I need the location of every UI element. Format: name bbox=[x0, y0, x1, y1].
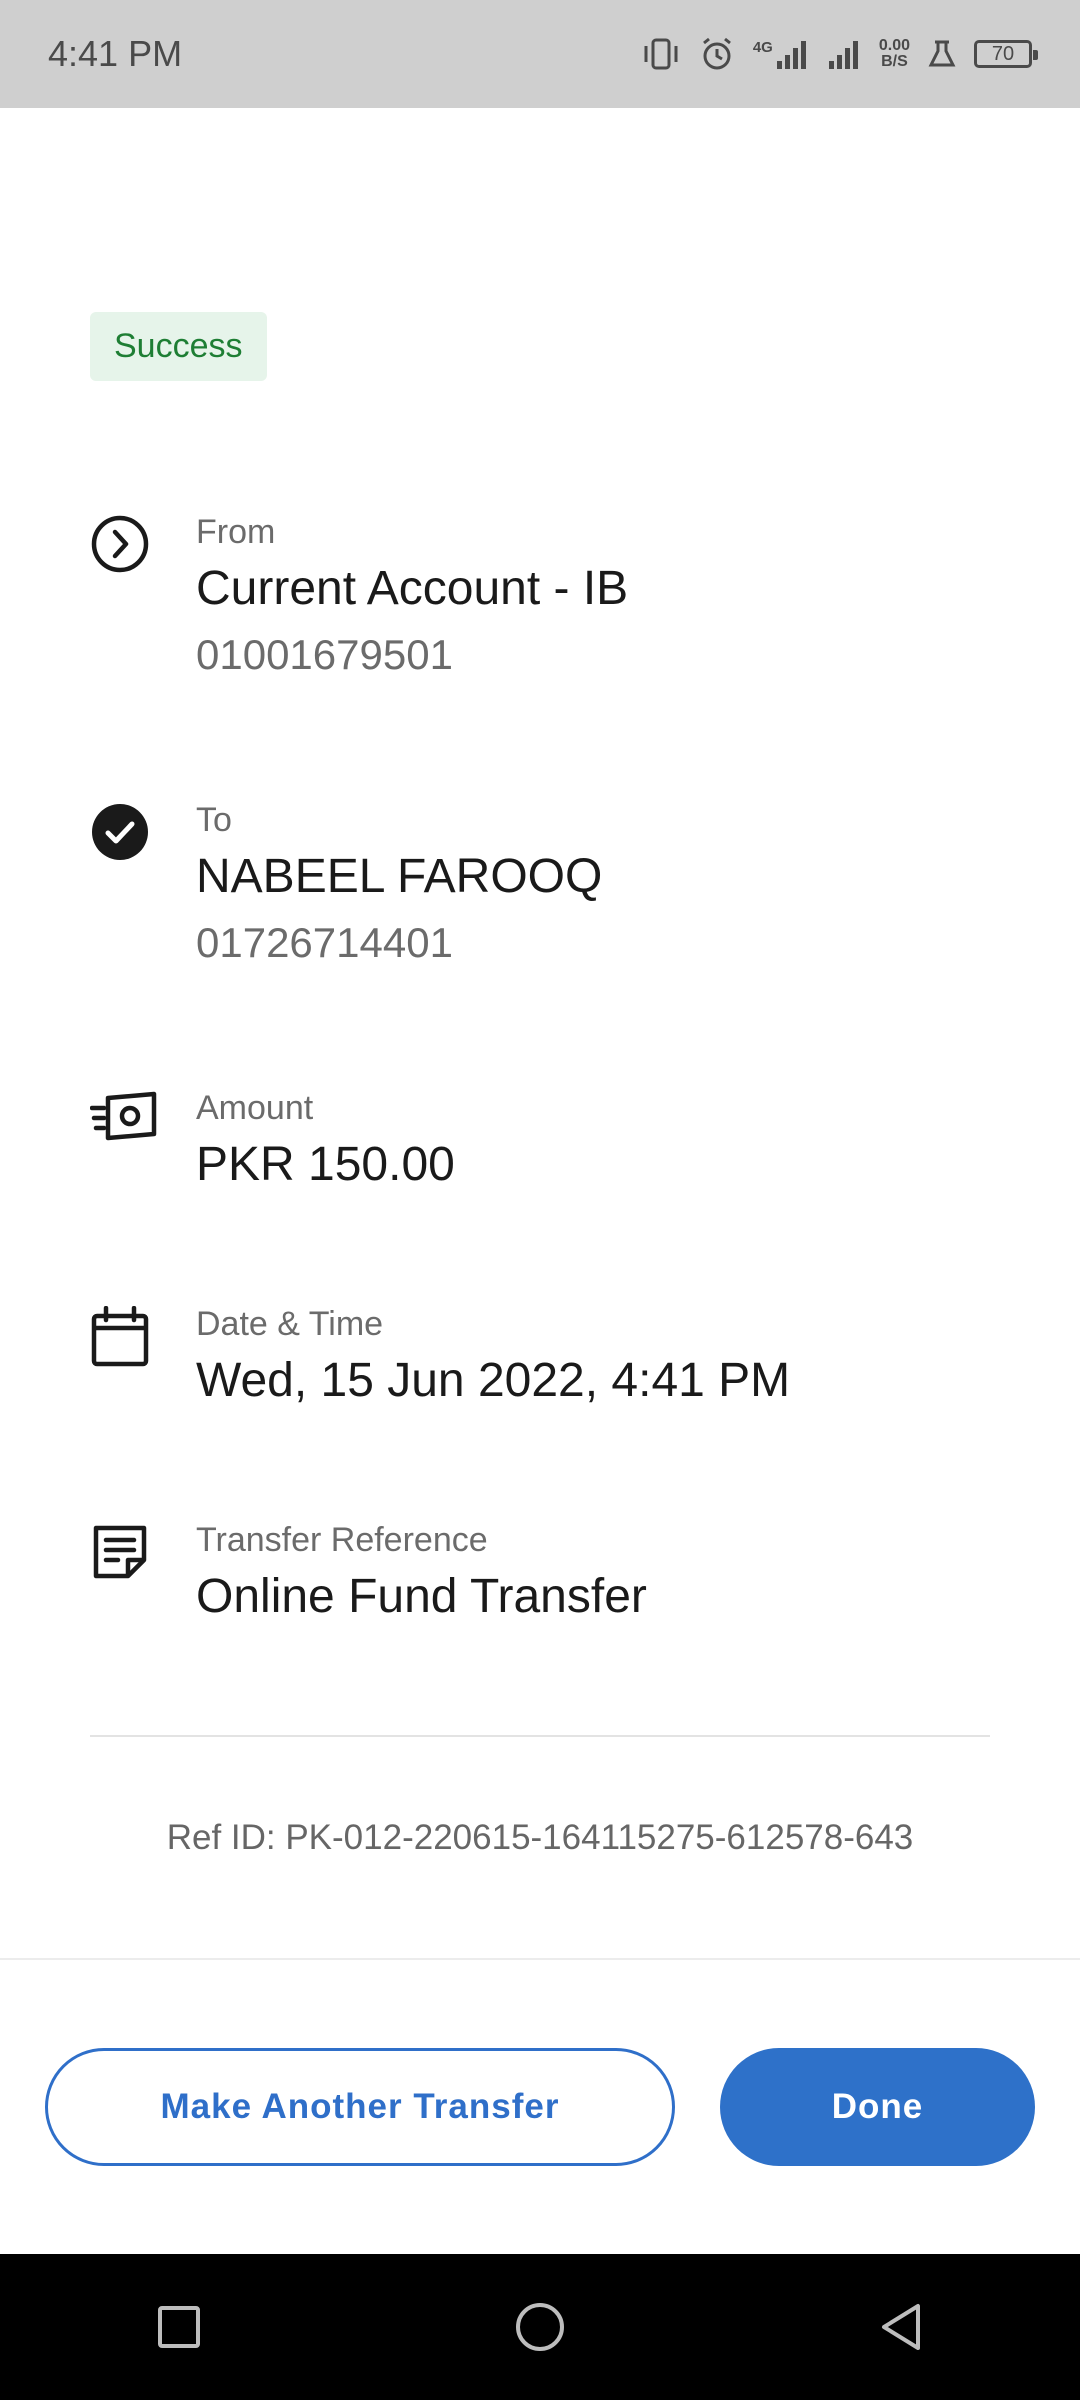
money-icon bbox=[90, 1086, 162, 1200]
status-icons: 4G 0.00 B/S 70 bbox=[641, 36, 1038, 72]
datetime-text: Date & Time Wed, 15 Jun 2022, 4:41 PM bbox=[196, 1302, 790, 1416]
from-text: From Current Account - IB 01001679501 bbox=[196, 510, 628, 686]
datetime-label: Date & Time bbox=[196, 1305, 384, 1343]
status-badge: Success bbox=[90, 312, 267, 381]
signal-icon bbox=[827, 39, 861, 69]
net-speed: 0.00 B/S bbox=[879, 38, 910, 70]
note-icon bbox=[90, 1518, 162, 1632]
footer-divider bbox=[0, 1958, 1080, 1960]
amount-label: Amount bbox=[196, 1089, 314, 1127]
to-text: To NABEEL FAROOQ 01726714401 bbox=[196, 798, 602, 974]
reference-text: Transfer Reference Online Fund Transfer bbox=[196, 1518, 647, 1632]
calendar-icon bbox=[90, 1302, 162, 1416]
amount-text: Amount PKR 150.00 bbox=[196, 1086, 455, 1200]
datetime-section: Date & Time Wed, 15 Jun 2022, 4:41 PM bbox=[90, 1302, 790, 1416]
square-icon[interactable] bbox=[154, 2302, 204, 2352]
reference-section: Transfer Reference Online Fund Transfer bbox=[90, 1518, 647, 1632]
ref-id: Ref ID: PK-012-220615-164115275-612578-6… bbox=[166, 1818, 914, 1857]
alarm-icon bbox=[699, 36, 735, 72]
amount-section: Amount PKR 150.00 bbox=[90, 1086, 455, 1200]
to-label: To bbox=[196, 801, 232, 839]
navigation-bar bbox=[0, 2254, 1080, 2400]
status-time: 4:41 PM bbox=[48, 33, 183, 74]
flask-icon bbox=[928, 39, 956, 69]
divider bbox=[90, 1735, 990, 1737]
to-section: To NABEEL FAROOQ 01726714401 bbox=[90, 798, 602, 974]
battery-icon: 70 bbox=[974, 40, 1038, 68]
status-bar: 4:41 PM 4G 0.00 B/S 70 bbox=[0, 0, 1080, 108]
vibrate-icon bbox=[641, 36, 681, 72]
datetime-value: Wed, 15 Jun 2022, 4:41 PM bbox=[196, 1354, 791, 1407]
reference-value: Online Fund Transfer bbox=[196, 1570, 647, 1623]
signal-4g-icon: 4G bbox=[753, 39, 809, 69]
net-speed-value: 0.00 bbox=[878, 37, 910, 54]
battery-level: 70 bbox=[991, 42, 1015, 65]
check-circle-icon bbox=[90, 798, 162, 974]
from-section: From Current Account - IB 01001679501 bbox=[90, 510, 628, 686]
chevron-circle-icon bbox=[90, 510, 162, 686]
to-account-number: 01726714401 bbox=[196, 919, 453, 966]
from-label: From bbox=[196, 513, 276, 551]
make-another-transfer-button[interactable]: Make Another Transfer bbox=[45, 2048, 675, 2166]
back-triangle-icon[interactable] bbox=[876, 2300, 926, 2354]
circle-icon[interactable] bbox=[513, 2300, 567, 2354]
from-account-number: 01001679501 bbox=[196, 631, 453, 678]
network-type: 4G bbox=[752, 39, 773, 56]
to-name: NABEEL FAROOQ bbox=[196, 850, 603, 903]
net-speed-unit: B/S bbox=[881, 53, 908, 70]
done-button[interactable]: Done bbox=[720, 2048, 1035, 2166]
amount-value: PKR 150.00 bbox=[196, 1138, 455, 1191]
from-account-name: Current Account - IB bbox=[196, 562, 629, 615]
reference-label: Transfer Reference bbox=[196, 1521, 488, 1559]
